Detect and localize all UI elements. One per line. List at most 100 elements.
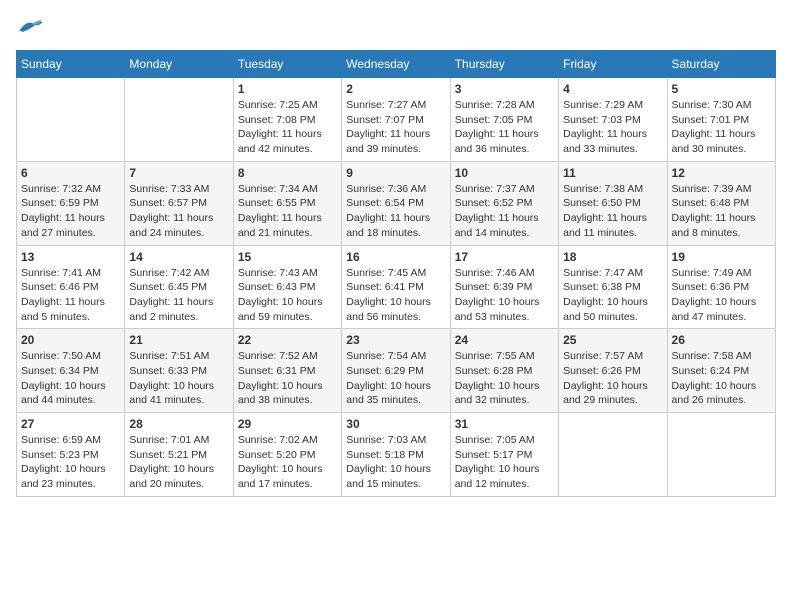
day-number: 31: [455, 417, 554, 431]
calendar-cell: 2 Sunrise: 7:27 AMSunset: 7:07 PMDaylight…: [342, 78, 450, 162]
weekday-header: Sunday: [17, 51, 125, 78]
day-detail: Sunrise: 7:38 AMSunset: 6:50 PMDaylight:…: [563, 182, 662, 241]
page-header: [16, 16, 776, 38]
calendar-cell: 31 Sunrise: 7:05 AMSunset: 5:17 PMDayligh…: [450, 413, 558, 497]
calendar-cell: 1 Sunrise: 7:25 AMSunset: 7:08 PMDaylight…: [233, 78, 341, 162]
day-detail: Sunrise: 7:37 AMSunset: 6:52 PMDaylight:…: [455, 182, 554, 241]
calendar-cell: 19 Sunrise: 7:49 AMSunset: 6:36 PMDayligh…: [667, 245, 775, 329]
day-number: 24: [455, 333, 554, 347]
day-detail: Sunrise: 7:57 AMSunset: 6:26 PMDaylight:…: [563, 349, 662, 408]
calendar-week-row: 6 Sunrise: 7:32 AMSunset: 6:59 PMDaylight…: [17, 161, 776, 245]
day-number: 3: [455, 82, 554, 96]
day-detail: Sunrise: 7:55 AMSunset: 6:28 PMDaylight:…: [455, 349, 554, 408]
day-detail: Sunrise: 7:50 AMSunset: 6:34 PMDaylight:…: [21, 349, 120, 408]
day-number: 2: [346, 82, 445, 96]
day-number: 7: [129, 166, 228, 180]
calendar-cell: 8Sunrise: 7:34 AMSunset: 6:55 PMDaylight…: [233, 161, 341, 245]
calendar-cell: 15Sunrise: 7:43 AMSunset: 6:43 PMDayligh…: [233, 245, 341, 329]
day-detail: Sunrise: 7:02 AMSunset: 5:20 PMDaylight:…: [238, 433, 337, 492]
logo-icon: [16, 16, 44, 38]
calendar-week-row: 20 Sunrise: 7:50 AMSunset: 6:34 PMDayligh…: [17, 329, 776, 413]
calendar-cell: 29 Sunrise: 7:02 AMSunset: 5:20 PMDayligh…: [233, 413, 341, 497]
day-detail: Sunrise: 7:36 AMSunset: 6:54 PMDaylight:…: [346, 182, 445, 241]
day-number: 21: [129, 333, 228, 347]
day-number: 17: [455, 250, 554, 264]
day-detail: Sunrise: 7:41 AMSunset: 6:46 PMDaylight:…: [21, 266, 120, 325]
day-detail: Sunrise: 7:47 AMSunset: 6:38 PMDaylight:…: [563, 266, 662, 325]
day-detail: Sunrise: 7:30 AMSunset: 7:01 PMDaylight:…: [672, 98, 771, 157]
day-detail: Sunrise: 7:51 AMSunset: 6:33 PMDaylight:…: [129, 349, 228, 408]
calendar-header-row: SundayMondayTuesdayWednesdayThursdayFrid…: [17, 51, 776, 78]
day-number: 9: [346, 166, 445, 180]
calendar-cell: 24 Sunrise: 7:55 AMSunset: 6:28 PMDayligh…: [450, 329, 558, 413]
calendar-cell: [17, 78, 125, 162]
calendar-cell: 3Sunrise: 7:28 AMSunset: 7:05 PMDaylight…: [450, 78, 558, 162]
calendar-week-row: 1 Sunrise: 7:25 AMSunset: 7:08 PMDaylight…: [17, 78, 776, 162]
weekday-header: Saturday: [667, 51, 775, 78]
day-detail: Sunrise: 7:32 AMSunset: 6:59 PMDaylight:…: [21, 182, 120, 241]
calendar-cell: 27Sunrise: 6:59 AMSunset: 5:23 PMDayligh…: [17, 413, 125, 497]
calendar-cell: 9 Sunrise: 7:36 AMSunset: 6:54 PMDaylight…: [342, 161, 450, 245]
calendar-cell: [125, 78, 233, 162]
day-detail: Sunrise: 7:27 AMSunset: 7:07 PMDaylight:…: [346, 98, 445, 157]
calendar-cell: 21 Sunrise: 7:51 AMSunset: 6:33 PMDayligh…: [125, 329, 233, 413]
calendar-cell: 17 Sunrise: 7:46 AMSunset: 6:39 PMDayligh…: [450, 245, 558, 329]
day-detail: Sunrise: 7:05 AMSunset: 5:17 PMDaylight:…: [455, 433, 554, 492]
day-detail: Sunrise: 7:58 AMSunset: 6:24 PMDaylight:…: [672, 349, 771, 408]
day-detail: Sunrise: 7:03 AMSunset: 5:18 PMDaylight:…: [346, 433, 445, 492]
calendar-cell: 7 Sunrise: 7:33 AMSunset: 6:57 PMDaylight…: [125, 161, 233, 245]
day-number: 14: [129, 250, 228, 264]
day-number: 19: [672, 250, 771, 264]
weekday-header: Monday: [125, 51, 233, 78]
calendar-cell: 18Sunrise: 7:47 AMSunset: 6:38 PMDayligh…: [559, 245, 667, 329]
calendar-cell: 13 Sunrise: 7:41 AMSunset: 6:46 PMDayligh…: [17, 245, 125, 329]
day-number: 6: [21, 166, 120, 180]
day-number: 30: [346, 417, 445, 431]
day-number: 10: [455, 166, 554, 180]
day-detail: Sunrise: 7:46 AMSunset: 6:39 PMDaylight:…: [455, 266, 554, 325]
weekday-header: Wednesday: [342, 51, 450, 78]
day-detail: Sunrise: 7:52 AMSunset: 6:31 PMDaylight:…: [238, 349, 337, 408]
calendar-cell: 20 Sunrise: 7:50 AMSunset: 6:34 PMDayligh…: [17, 329, 125, 413]
day-number: 15: [238, 250, 337, 264]
day-detail: Sunrise: 7:29 AMSunset: 7:03 PMDaylight:…: [563, 98, 662, 157]
day-number: 26: [672, 333, 771, 347]
day-detail: Sunrise: 7:49 AMSunset: 6:36 PMDaylight:…: [672, 266, 771, 325]
calendar-cell: 28Sunrise: 7:01 AMSunset: 5:21 PMDayligh…: [125, 413, 233, 497]
day-detail: Sunrise: 7:01 AMSunset: 5:21 PMDaylight:…: [129, 433, 228, 492]
calendar-cell: 10 Sunrise: 7:37 AMSunset: 6:52 PMDayligh…: [450, 161, 558, 245]
weekday-header: Tuesday: [233, 51, 341, 78]
day-number: 27: [21, 417, 120, 431]
calendar-cell: 11 Sunrise: 7:38 AMSunset: 6:50 PMDayligh…: [559, 161, 667, 245]
day-detail: Sunrise: 7:54 AMSunset: 6:29 PMDaylight:…: [346, 349, 445, 408]
day-detail: Sunrise: 7:25 AMSunset: 7:08 PMDaylight:…: [238, 98, 337, 157]
calendar-cell: 5Sunrise: 7:30 AMSunset: 7:01 PMDaylight…: [667, 78, 775, 162]
day-detail: Sunrise: 7:34 AMSunset: 6:55 PMDaylight:…: [238, 182, 337, 241]
day-number: 1: [238, 82, 337, 96]
calendar-cell: 14 Sunrise: 7:42 AMSunset: 6:45 PMDayligh…: [125, 245, 233, 329]
day-number: 25: [563, 333, 662, 347]
calendar-cell: 25 Sunrise: 7:57 AMSunset: 6:26 PMDayligh…: [559, 329, 667, 413]
day-detail: Sunrise: 7:39 AMSunset: 6:48 PMDaylight:…: [672, 182, 771, 241]
calendar-cell: 30 Sunrise: 7:03 AMSunset: 5:18 PMDayligh…: [342, 413, 450, 497]
day-number: 20: [21, 333, 120, 347]
day-number: 29: [238, 417, 337, 431]
weekday-header: Thursday: [450, 51, 558, 78]
calendar-cell: 26 Sunrise: 7:58 AMSunset: 6:24 PMDayligh…: [667, 329, 775, 413]
calendar-cell: 12 Sunrise: 7:39 AMSunset: 6:48 PMDayligh…: [667, 161, 775, 245]
calendar-cell: 23 Sunrise: 7:54 AMSunset: 6:29 PMDayligh…: [342, 329, 450, 413]
calendar-cell: 16 Sunrise: 7:45 AMSunset: 6:41 PMDayligh…: [342, 245, 450, 329]
day-number: 16: [346, 250, 445, 264]
day-number: 13: [21, 250, 120, 264]
calendar-week-row: 27Sunrise: 6:59 AMSunset: 5:23 PMDayligh…: [17, 413, 776, 497]
day-detail: Sunrise: 7:45 AMSunset: 6:41 PMDaylight:…: [346, 266, 445, 325]
day-number: 12: [672, 166, 771, 180]
logo: [16, 16, 48, 38]
day-number: 23: [346, 333, 445, 347]
day-detail: Sunrise: 7:33 AMSunset: 6:57 PMDaylight:…: [129, 182, 228, 241]
day-number: 22: [238, 333, 337, 347]
day-number: 11: [563, 166, 662, 180]
day-detail: Sunrise: 7:42 AMSunset: 6:45 PMDaylight:…: [129, 266, 228, 325]
calendar-cell: [559, 413, 667, 497]
calendar-table: SundayMondayTuesdayWednesdayThursdayFrid…: [16, 50, 776, 497]
